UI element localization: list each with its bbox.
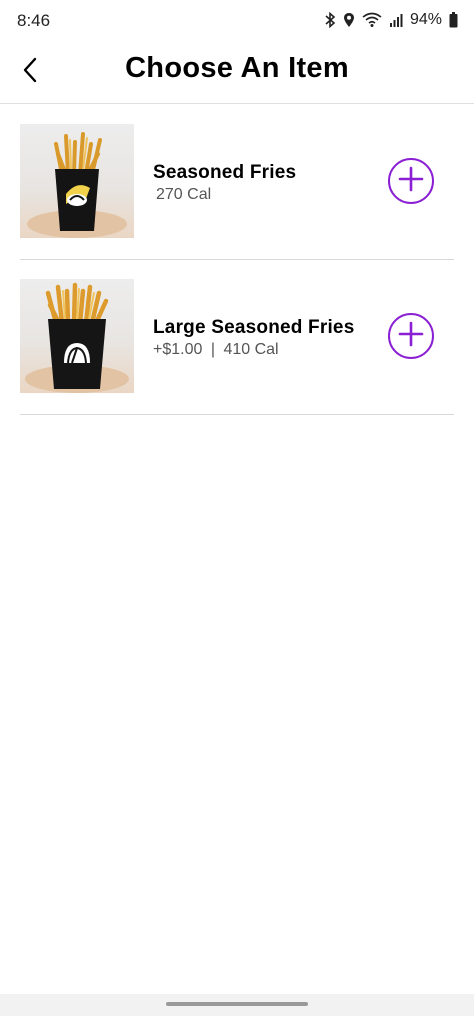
seasoned-fries-image (20, 124, 134, 238)
system-nav-bar (0, 994, 474, 1016)
list-item-large-seasoned-fries[interactable]: Large Seasoned Fries +$1.00 | 410 Cal (20, 260, 454, 415)
item-details: 270 Cal (153, 184, 296, 206)
status-icons: 94% (324, 11, 458, 29)
status-bar: 8:46 94% (0, 0, 474, 42)
list-item-seasoned-fries[interactable]: Seasoned Fries 270 Cal (20, 105, 454, 260)
signal-icon (389, 13, 403, 27)
add-seasoned-fries-button[interactable] (388, 158, 434, 204)
item-details: +$1.00 | 410 Cal (153, 339, 354, 361)
add-large-seasoned-fries-button[interactable] (388, 313, 434, 359)
status-time: 8:46 (17, 11, 51, 30)
home-indicator[interactable] (166, 1002, 308, 1006)
bluetooth-icon (324, 12, 336, 28)
item-calories: 270 Cal (156, 186, 212, 203)
plus-icon (398, 321, 424, 352)
item-text: Large Seasoned Fries +$1.00 | 410 Cal (153, 317, 354, 361)
item-name: Large Seasoned Fries (153, 317, 355, 338)
large-seasoned-fries-image (20, 279, 134, 393)
item-price: +$1.00 (153, 341, 203, 358)
item-list: Seasoned Fries 270 Cal Large Seasoned Fr… (20, 105, 454, 415)
battery-percent: 94% (409, 11, 442, 28)
details-separator: | (210, 341, 215, 358)
wifi-icon (362, 12, 382, 28)
item-text: Seasoned Fries 270 Cal (153, 162, 296, 206)
page-title: Choose An Item (125, 52, 349, 84)
item-calories: 410 Cal (223, 341, 279, 358)
location-icon (343, 12, 355, 28)
battery-icon (449, 12, 458, 28)
item-name: Seasoned Fries (153, 162, 297, 183)
header: Choose An Item (0, 42, 474, 104)
plus-icon (398, 166, 424, 197)
